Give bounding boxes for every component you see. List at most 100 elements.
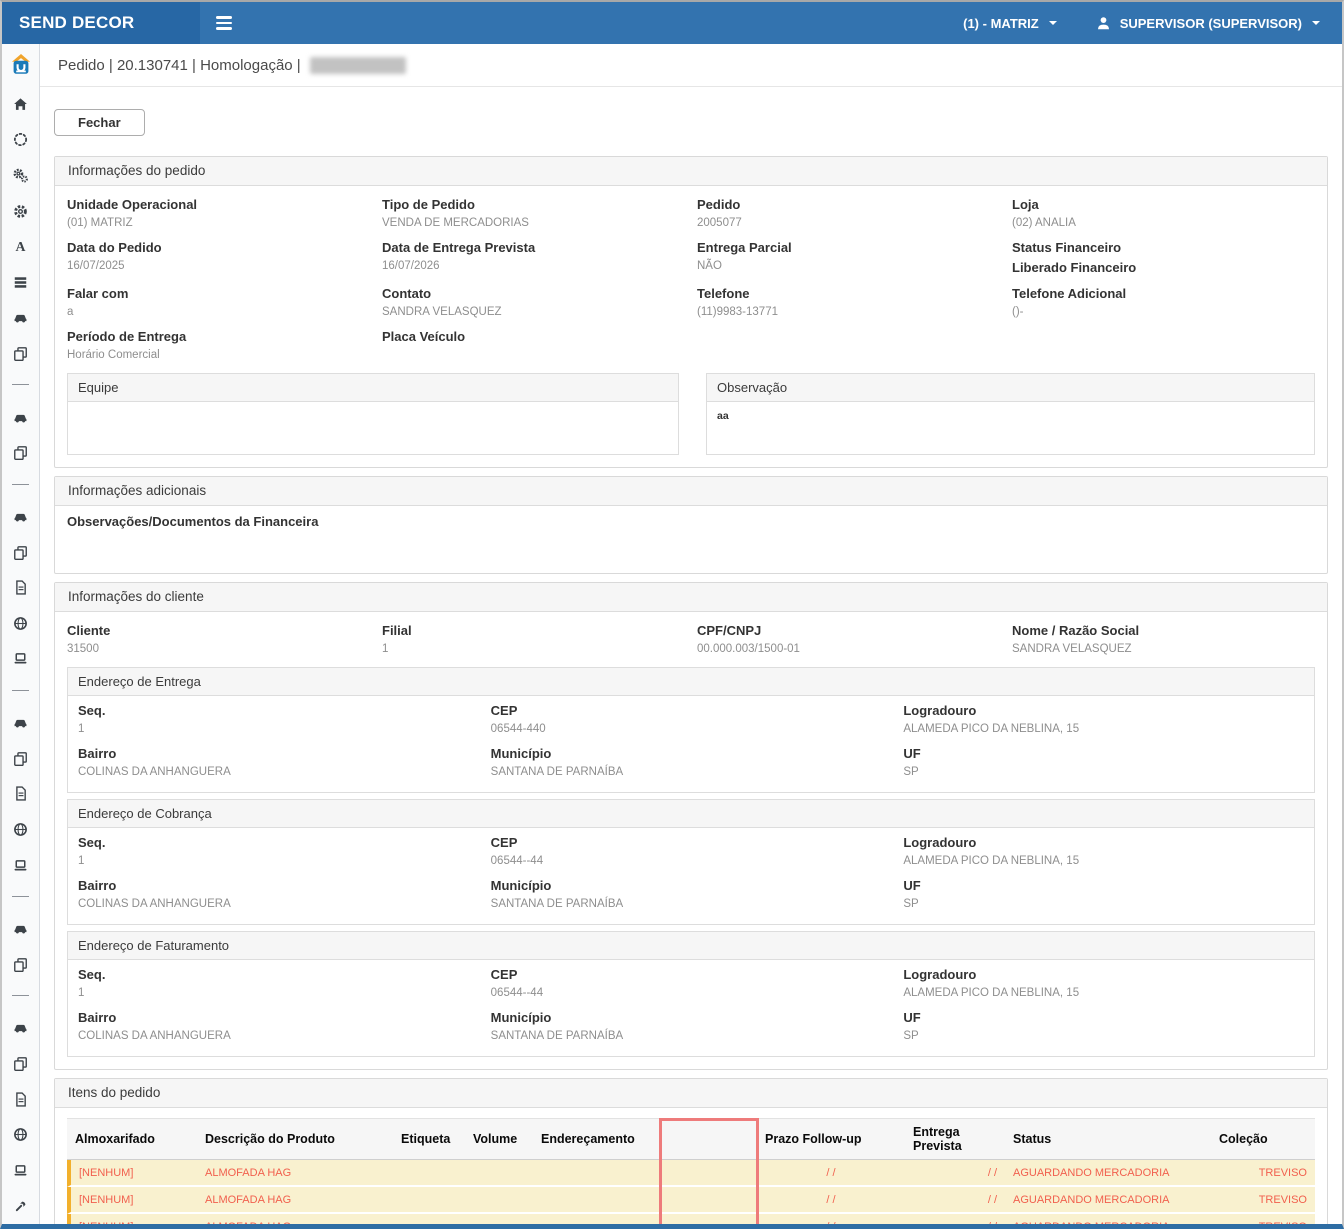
field-value: SP (903, 1027, 1304, 1048)
globe-icon (12, 821, 29, 838)
sidebar-item-car[interactable] (2, 300, 39, 336)
field: Loja(02) ANALIA (1012, 192, 1315, 235)
unit-selector[interactable]: (1) - MATRIZ (963, 16, 1057, 31)
address-title: Endereço de Faturamento (68, 932, 1314, 960)
sidebar-item-car[interactable] (2, 705, 39, 741)
sidebar-item-copy[interactable] (2, 947, 39, 983)
equipe-title: Equipe (68, 374, 678, 402)
field-label: Data de Entrega Prevista (382, 235, 685, 257)
laptop-icon (12, 857, 29, 874)
sidebar-item-gear[interactable] (2, 193, 39, 229)
sidebar-item-home[interactable] (2, 86, 39, 122)
field-label: CEP (491, 962, 892, 984)
field-label: CEP (491, 698, 892, 720)
field: Telefone(11)9983-13771 (697, 281, 1000, 324)
items-row[interactable]: [NENHUM]ALMOFADA HAG/ // /AGUARDANDO MER… (67, 1214, 1315, 1224)
sidebar-item-copy[interactable] (2, 534, 39, 570)
wrench-icon (12, 1198, 29, 1215)
address-title: Endereço de Entrega (68, 668, 1314, 696)
field-label: Seq. (78, 830, 479, 852)
items-cell (465, 1187, 533, 1214)
sidebar-item-car[interactable] (2, 1010, 39, 1046)
sidebar-item-copy[interactable] (2, 435, 39, 471)
sidebar-item-globe[interactable] (2, 1117, 39, 1153)
app-window: SEND DECOR (1) - MATRIZ SUPERVISOR (SUPE… (0, 0, 1344, 1229)
redacted-text (310, 57, 406, 74)
items-cell: / / (905, 1160, 1005, 1187)
field-label: Bairro (78, 873, 479, 895)
items-cell (661, 1187, 757, 1214)
field: CEP06544-440 (491, 698, 892, 741)
address-box: Endereço de CobrançaSeq.1CEP06544--44Log… (67, 799, 1315, 925)
field: Data do Pedido16/07/2025 (67, 235, 370, 281)
items-cell (465, 1160, 533, 1187)
sidebar-item-car[interactable] (2, 911, 39, 947)
document-icon (12, 1091, 29, 1108)
sidebar-item-document[interactable] (2, 776, 39, 812)
field-label: Município (491, 741, 892, 763)
document-icon (12, 579, 29, 596)
sidebar-item-laptop[interactable] (2, 641, 39, 677)
car-icon (12, 409, 29, 426)
copy-icon (12, 750, 29, 767)
items-row[interactable]: [NENHUM]ALMOFADA HAG/ // /AGUARDANDO MER… (67, 1160, 1315, 1187)
field-value: 1 (78, 720, 479, 741)
sidebar-item-document[interactable] (2, 570, 39, 606)
sidebar-item-spinner[interactable] (2, 122, 39, 158)
items-col-header (661, 1118, 757, 1160)
sidebar-item-copy[interactable] (2, 1046, 39, 1082)
sidebar-item-document[interactable] (2, 1081, 39, 1117)
items-cell: TREVISO (1211, 1187, 1315, 1214)
sidebar-item-copy[interactable] (2, 740, 39, 776)
user-menu[interactable]: SUPERVISOR (SUPERVISOR) (1095, 15, 1320, 32)
app-logo[interactable] (2, 44, 39, 86)
field-label: Nome / Razão Social (1012, 618, 1315, 640)
items-col-header: Coleção (1211, 1118, 1315, 1160)
sidebar-item-list[interactable] (2, 265, 39, 301)
field-label: Bairro (78, 741, 479, 763)
field-label: Cliente (67, 618, 370, 640)
field-label: UF (903, 873, 1304, 895)
field-label: Entrega Parcial (697, 235, 1000, 257)
client-fields-grid: Cliente31500Filial1CPF/CNPJ00.000.003/15… (67, 618, 1315, 661)
items-row[interactable]: [NENHUM]ALMOFADA HAG/ // /AGUARDANDO MER… (67, 1187, 1315, 1214)
items-table: AlmoxarifadoDescrição do ProdutoEtiqueta… (67, 1118, 1315, 1224)
field: UFSP (903, 741, 1304, 784)
field-label: Unidade Operacional (67, 192, 370, 214)
field-value: 16/07/2026 (382, 257, 685, 278)
sidebar-item-car[interactable] (2, 399, 39, 435)
hamburger-icon (216, 16, 232, 19)
field-value (1012, 331, 1315, 344)
sidebar-toggle-button[interactable] (200, 2, 248, 44)
items-cell: AGUARDANDO MERCADORIA (1005, 1214, 1211, 1224)
font-icon: A (12, 238, 29, 255)
sidebar-item-font[interactable]: A (2, 229, 39, 265)
sidebar-item-laptop[interactable] (2, 1153, 39, 1189)
sidebar-item-globe[interactable] (2, 606, 39, 642)
items-cell: ALMOFADA HAG (197, 1214, 393, 1224)
top-navbar: SEND DECOR (1) - MATRIZ SUPERVISOR (SUPE… (2, 2, 1342, 44)
client-info-panel: Informações do cliente Cliente31500Filia… (54, 582, 1328, 1070)
items-cell: TREVISO (1211, 1214, 1315, 1224)
items-table-wrap: AlmoxarifadoDescrição do ProdutoEtiqueta… (67, 1118, 1315, 1224)
field (697, 324, 1000, 367)
field-value: SP (903, 763, 1304, 784)
items-cell (393, 1214, 465, 1224)
globe-icon (12, 615, 29, 632)
sidebar-item-laptop[interactable] (2, 847, 39, 883)
field-value (697, 331, 1000, 344)
field-value: 1 (78, 852, 479, 873)
sidebar-item-cogs[interactable] (2, 158, 39, 194)
gear-icon (12, 203, 29, 220)
brand-logo[interactable]: SEND DECOR (2, 2, 200, 44)
sidebar-item-copy[interactable] (2, 336, 39, 372)
sidebar-item-globe[interactable] (2, 812, 39, 848)
field: LogradouroALAMEDA PICO DA NEBLINA, 15 (903, 830, 1304, 873)
sidebar-item-car[interactable] (2, 499, 39, 535)
field-value: VENDA DE MERCADORIAS (382, 214, 685, 235)
field-value: COLINAS DA ANHANGUERA (78, 1027, 479, 1048)
field: Período de EntregaHorário Comercial (67, 324, 370, 367)
field-value: Liberado Financeiro (1012, 257, 1315, 281)
fechar-button[interactable]: Fechar (54, 109, 145, 136)
sidebar-item-wrench[interactable] (2, 1188, 39, 1224)
